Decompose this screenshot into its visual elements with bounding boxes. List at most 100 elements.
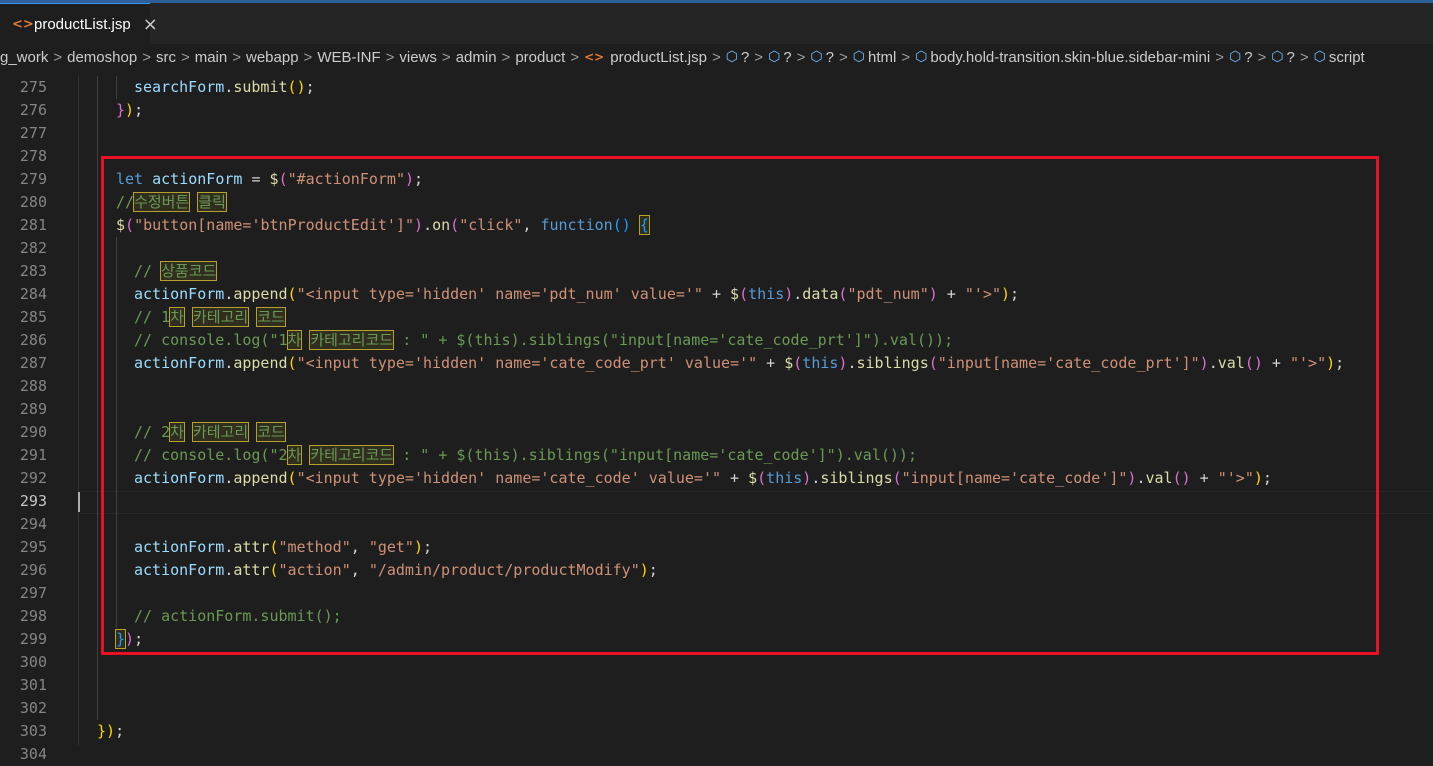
breadcrumb-item[interactable]: src — [156, 49, 176, 66]
breadcrumb-symbol-label: ? — [740, 48, 750, 66]
cube-icon: ⬡ — [915, 49, 928, 65]
breadcrumb-symbol[interactable]: ⬡? — [810, 49, 834, 66]
tab-label: productList.jsp — [34, 15, 131, 33]
breadcrumb-symbol[interactable]: ⬡? — [1271, 49, 1295, 66]
line-number: 300 — [19, 653, 47, 671]
code-text: }); — [97, 722, 125, 740]
annotation-highlight-box — [101, 156, 1379, 655]
breadcrumb-item-label: webapp — [246, 48, 299, 66]
breadcrumb-item-label: src — [155, 48, 176, 66]
breadcrumb-item-label: demoshop — [67, 48, 138, 66]
line-number: 280 — [19, 193, 47, 211]
code-text: }); — [116, 101, 144, 119]
breadcrumb-item-label: views — [399, 48, 437, 66]
close-icon[interactable]: × — [143, 14, 158, 35]
breadcrumb-separator: > — [901, 48, 911, 66]
code-line[interactable]: 275 searchForm.submit(); — [0, 76, 1433, 99]
tab-productlist[interactable]: <> productList.jsp × — [0, 3, 158, 44]
breadcrumb-item-label: WEB-INF — [317, 48, 381, 66]
breadcrumb-symbol[interactable]: ⬡? — [726, 49, 750, 66]
line-number: 276 — [19, 101, 47, 119]
breadcrumb-symbol[interactable]: ⬡ html — [853, 49, 897, 66]
breadcrumb-separator: > — [180, 48, 190, 66]
breadcrumb-separator: > — [53, 48, 63, 66]
line-number: 295 — [19, 538, 47, 556]
line-number: 284 — [19, 285, 47, 303]
breadcrumb-separator: > — [796, 48, 806, 66]
breadcrumb-item[interactable]: demoshop — [67, 49, 137, 66]
breadcrumb-item[interactable]: product — [515, 49, 565, 66]
breadcrumb-item[interactable]: webapp — [246, 49, 299, 66]
cube-icon: ⬡ — [1313, 49, 1326, 65]
breadcrumb-separator: > — [385, 48, 395, 66]
line-number: 299 — [19, 630, 47, 648]
cube-icon: ⬡ — [768, 49, 781, 65]
indent-guide — [97, 76, 98, 720]
breadcrumb-symbol[interactable]: ⬡ body.hold-transition.skin-blue.sidebar-… — [915, 49, 1210, 66]
breadcrumb-separator: > — [142, 48, 151, 66]
breadcrumb-separator: > — [838, 48, 848, 66]
line-number: 281 — [19, 216, 47, 234]
line-number: 294 — [19, 515, 47, 533]
line-number: 289 — [19, 400, 47, 418]
breadcrumb-separator: > — [1299, 48, 1309, 66]
breadcrumb-symbol-label: body.hold-transition.skin-blue.sidebar-m… — [930, 48, 1211, 66]
breadcrumb-symbol[interactable]: ⬡ script — [1314, 49, 1365, 66]
cube-icon: ⬡ — [1228, 49, 1242, 65]
breadcrumb-symbol[interactable]: ⬡? — [1229, 49, 1253, 66]
line-number: 293 — [19, 492, 47, 510]
breadcrumb-item[interactable]: admin — [456, 49, 497, 66]
line-number: 285 — [19, 308, 47, 326]
text-cursor — [78, 492, 80, 512]
code-editor[interactable]: 275 searchForm.submit(); 276}); 277 278 279 le… — [0, 76, 1433, 763]
code-line[interactable]: 276}); — [0, 99, 1433, 122]
breadcrumb-separator: > — [501, 48, 511, 66]
breadcrumb-file[interactable]: <> productList.jsp — [584, 49, 707, 66]
line-number: 301 — [19, 676, 47, 694]
breadcrumb-item-label: g_work — [0, 48, 49, 66]
cube-icon: ⬡ — [810, 49, 823, 65]
cube-icon: ⬡ — [725, 49, 738, 65]
line-number: 292 — [19, 469, 47, 487]
code-line[interactable]: 302 — [0, 697, 1433, 720]
line-number: 282 — [19, 239, 47, 257]
line-number: 287 — [19, 354, 47, 372]
breadcrumb-symbol-label: ? — [783, 48, 792, 66]
code-line[interactable]: 303}); — [0, 720, 1433, 743]
breadcrumb: g_work > demoshop > src > main > webapp > WEB-INF >… — [0, 44, 1433, 70]
breadcrumb-item[interactable]: main — [195, 49, 228, 66]
breadcrumb-separator: > — [570, 48, 580, 66]
cube-icon: ⬡ — [1271, 49, 1284, 65]
code-line[interactable]: 301 — [0, 674, 1433, 697]
breadcrumb-symbol-label: ? — [1286, 48, 1295, 66]
breadcrumb-separator: > — [303, 48, 313, 66]
breadcrumb-item[interactable]: g_work — [0, 49, 48, 66]
line-number: 278 — [19, 147, 47, 165]
line-number: 277 — [19, 124, 47, 142]
line-number: 297 — [19, 584, 47, 602]
breadcrumb-separator: > — [711, 48, 721, 66]
line-number: 298 — [19, 607, 47, 625]
breadcrumb-item-label: admin — [455, 48, 497, 66]
breadcrumb-item[interactable]: WEB-INF — [317, 49, 380, 66]
code-line[interactable]: 304 — [0, 743, 1433, 766]
line-number: 296 — [19, 561, 47, 579]
line-number: 279 — [19, 170, 47, 188]
breadcrumb-symbol-label: html — [867, 48, 897, 66]
code-line[interactable]: 277 — [0, 122, 1433, 145]
line-number: 275 — [19, 78, 47, 96]
file-code-icon: <> — [12, 16, 34, 32]
tab-bar: <> productList.jsp × — [0, 3, 1433, 44]
code-text: searchForm.submit(); — [134, 78, 315, 96]
breadcrumb-separator: > — [441, 48, 451, 66]
breadcrumb-separator: > — [754, 48, 764, 66]
file-code-icon: <> — [584, 50, 605, 64]
breadcrumb-symbol[interactable]: ⬡? — [768, 49, 792, 66]
breadcrumb-symbol-label: script — [1328, 48, 1365, 66]
line-number: 291 — [19, 446, 47, 464]
line-number: 304 — [19, 745, 47, 763]
line-number: 290 — [19, 423, 47, 441]
breadcrumb-item[interactable]: views — [399, 49, 437, 66]
line-number: 286 — [19, 331, 47, 349]
breadcrumb-item-label: main — [194, 48, 228, 66]
